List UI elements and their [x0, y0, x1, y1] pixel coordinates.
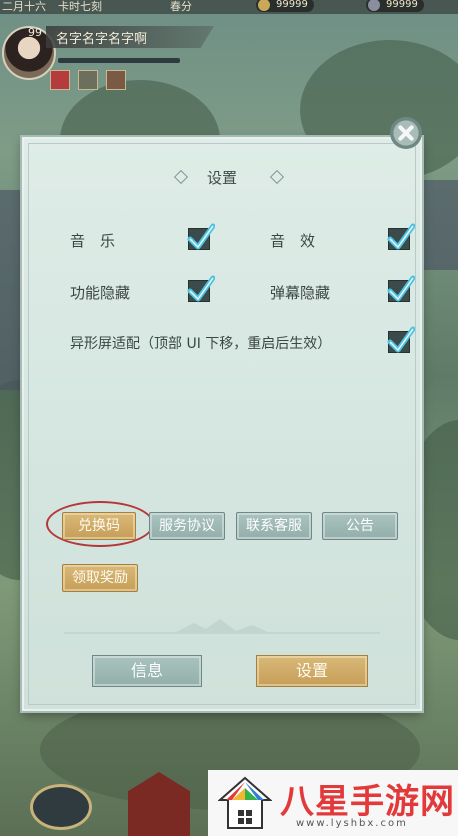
hide-danmaku-checkbox[interactable] — [387, 275, 415, 302]
redeem-code-button[interactable]: 兑换码 — [62, 512, 136, 540]
hide-functions-checkbox[interactable] — [187, 275, 215, 302]
option-notch-adapt-label: 异形屏适配（顶部 UI 下移，重启后生效） — [70, 336, 332, 352]
compass-icon[interactable] — [30, 784, 92, 830]
gem-icon — [368, 0, 380, 11]
announcement-button[interactable]: 公告 — [322, 512, 398, 540]
checkmark-icon — [387, 275, 415, 302]
watermark-url: www.lyshbx.com — [296, 818, 408, 829]
player-level: 99 — [28, 26, 42, 39]
mountain-divider-icon — [64, 619, 380, 634]
tab-info[interactable]: 信息 — [92, 655, 202, 687]
buff-icon-1[interactable] — [50, 70, 70, 90]
option-sfx-label: 音 效 — [270, 232, 316, 250]
option-music-label: 音 乐 — [70, 232, 116, 250]
checkmark-icon — [387, 223, 415, 250]
option-hide-functions-label: 功能隐藏 — [70, 284, 131, 302]
season-text: 春分 — [170, 0, 192, 13]
checkmark-icon — [387, 326, 415, 353]
buff-icon-2[interactable] — [78, 70, 98, 90]
sfx-checkbox[interactable] — [387, 223, 415, 250]
checkmark-icon — [187, 223, 215, 250]
buff-icon-3[interactable] — [106, 70, 126, 90]
currency-1[interactable]: 99999 — [256, 0, 314, 12]
tab-settings[interactable]: 设置 — [256, 655, 368, 687]
watermark-text: 八星手游网 — [280, 782, 455, 822]
currency-2[interactable]: 99999 — [366, 0, 424, 12]
music-checkbox[interactable] — [187, 223, 215, 250]
player-name: 名字名字名字啊 — [56, 32, 148, 47]
notch-adapt-checkbox[interactable] — [387, 326, 415, 353]
option-hide-danmaku-label: 弹幕隐藏 — [270, 284, 331, 302]
contact-support-button[interactable]: 联系客服 — [236, 512, 312, 540]
top-status-bar: 二月十六 卡时七刻 春分 99999 99999 — [0, 0, 458, 14]
claim-reward-button[interactable]: 领取奖励 — [62, 564, 138, 592]
service-agreement-button[interactable]: 服务协议 — [149, 512, 225, 540]
exp-bar — [58, 58, 180, 63]
coin-icon — [258, 0, 270, 11]
close-icon[interactable] — [390, 117, 422, 149]
settings-dialog: 设置 音 乐 音 效 功能隐藏 弹幕隐藏 异形屏适配（顶部 UI 下移，重启后生… — [22, 137, 422, 711]
dialog-title: 设置 — [206, 169, 237, 187]
watermark: 八星手游网 www.lyshbx.com — [208, 770, 458, 836]
time-text: 卡时七刻 — [58, 0, 102, 13]
watermark-logo-icon — [218, 776, 272, 829]
player-name-bar: 名字名字名字啊 — [46, 26, 214, 48]
shop-building-icon[interactable] — [128, 772, 190, 836]
date-text: 二月十六 — [2, 0, 46, 13]
checkmark-icon — [187, 275, 215, 302]
